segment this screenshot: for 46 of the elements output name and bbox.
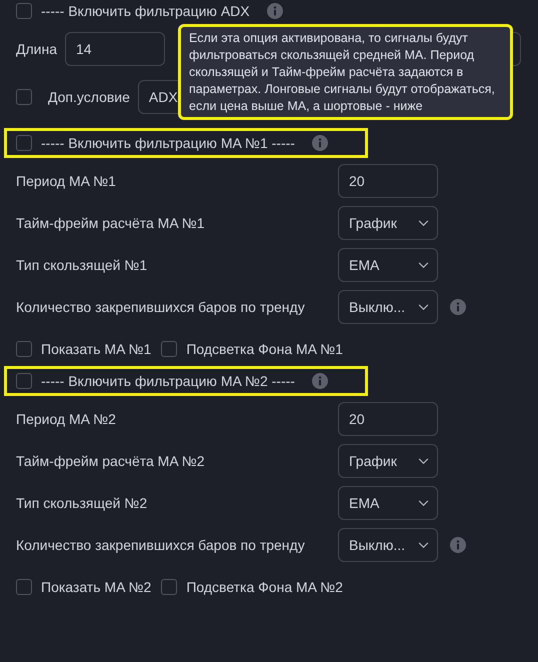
checkbox[interactable] — [16, 135, 32, 151]
info-icon[interactable] — [312, 135, 328, 151]
chevron-icon — [418, 500, 429, 506]
chevron-icon — [418, 262, 429, 268]
setting-label: Период MA №2 — [16, 411, 117, 427]
dropdown[interactable]: EMA — [338, 248, 438, 282]
section-header: ----- Включить фильтрацию ADX — [41, 3, 250, 19]
chevron-icon — [418, 220, 429, 226]
info-icon[interactable] — [312, 373, 328, 389]
setting-label: Тайм-фрейм расчёта MA №2 — [16, 453, 206, 469]
checkbox[interactable] — [16, 89, 32, 105]
tooltip: Если эта опция активирована, то сигналы будут фильтроваться скользящей средней MA. Период скользящей и Тайм-фрейм расчёта задаются в параметрах. Лонговые сигналы будут отображаться, если цена выше MA, а шортовые - ниже — [181, 27, 510, 117]
setting-label: Тип скользящей №2 — [16, 495, 148, 511]
checkbox[interactable] — [16, 373, 32, 389]
dropdown[interactable]: График — [338, 444, 438, 478]
setting-label: Период MA №1 — [16, 173, 117, 189]
setting-label: Количество закрепившихся баров по тренду — [16, 299, 306, 315]
checkbox[interactable] — [16, 3, 32, 19]
dropdown[interactable]: График — [338, 206, 438, 240]
checkbox[interactable] — [161, 341, 178, 357]
section-header: ----- Включить фильтрацию MA №1 ----- — [41, 135, 295, 151]
setting-label: Тип скользящей №1 — [16, 257, 148, 273]
chevron-icon — [418, 542, 429, 548]
condition-label: Доп.условие — [48, 89, 130, 105]
dropdown[interactable]: EMA — [338, 486, 438, 520]
checkbox[interactable] — [16, 579, 32, 595]
input-field[interactable]: 20 — [338, 402, 438, 436]
dropdown[interactable]: Выклю... — [338, 290, 438, 324]
info-icon[interactable] — [266, 3, 283, 19]
section-header: ----- Включить фильтрацию MA №2 ----- — [41, 373, 295, 389]
checkbox[interactable] — [161, 579, 178, 595]
chevron-icon — [418, 304, 429, 310]
setting-label: Тайм-фрейм расчёта MA №1 — [16, 215, 206, 231]
dropdown[interactable]: Выклю... — [338, 528, 438, 562]
checkbox-label: Показать MA №2 — [41, 579, 152, 595]
length-label: Длина — [16, 41, 57, 57]
checkbox-label: Показать MA №1 — [41, 341, 152, 357]
checkbox-label: Подсветка Фона MA №2 — [186, 579, 343, 595]
info-icon[interactable] — [450, 537, 466, 553]
checkbox-label: Подсветка Фона MA №1 — [186, 341, 343, 357]
chevron-icon — [418, 458, 429, 464]
info-icon[interactable] — [450, 299, 466, 315]
checkbox[interactable] — [16, 341, 32, 357]
setting-label: Количество закрепившихся баров по тренду — [16, 537, 306, 553]
length-field[interactable]: 14 — [65, 32, 165, 66]
input-field[interactable]: 20 — [338, 164, 438, 198]
